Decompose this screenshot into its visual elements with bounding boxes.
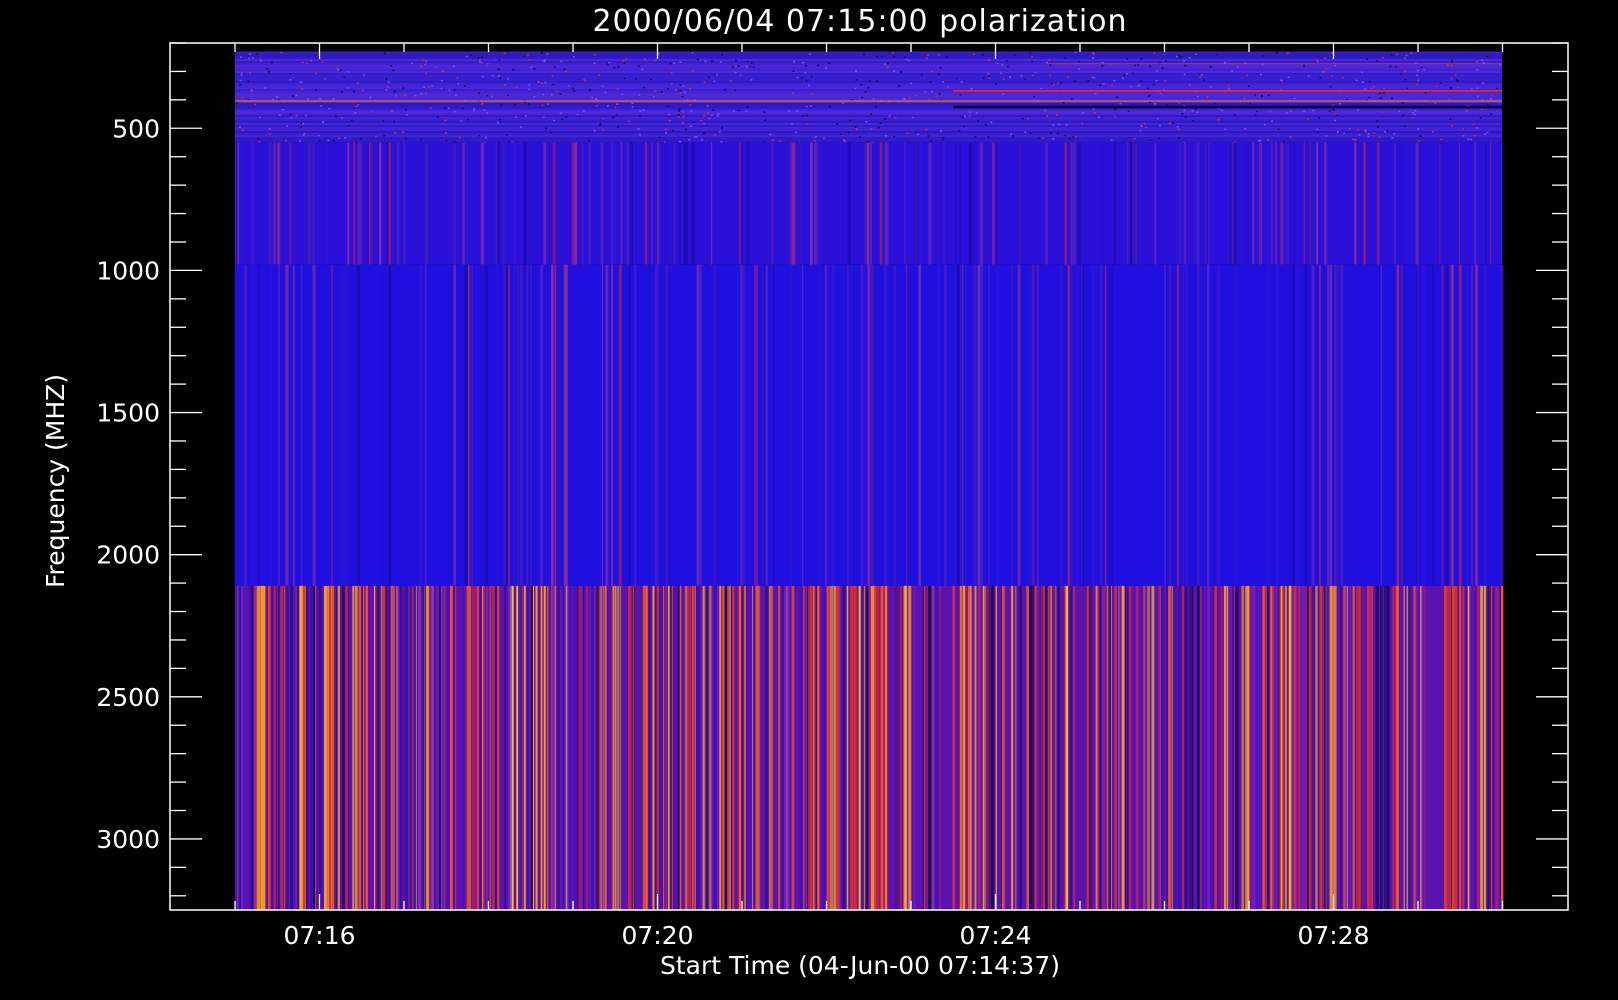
y-tick-label-2: 1000 <box>96 256 160 285</box>
y-tick-label-5: 2500 <box>96 683 160 712</box>
y-tick-label-1: 500 <box>112 114 160 143</box>
y-tick-label-3: 1500 <box>96 399 160 428</box>
y-axis-label: Frequency (MHZ) <box>41 374 70 588</box>
x-tick-label-4: 07:28 <box>1297 921 1369 950</box>
x-tick-label-1: 07:16 <box>283 921 355 950</box>
y-tick-label-4: 2000 <box>96 541 160 570</box>
heatmap-image <box>235 51 1504 910</box>
x-tick-label-2: 07:20 <box>621 921 693 950</box>
x-axis-label: Start Time (04-Jun-00 07:14:37) <box>660 951 1060 980</box>
x-tick-label-3: 07:24 <box>959 921 1031 950</box>
spectrogram-chart: 2000/06/04 07:15:00 polarization 07:16 07… <box>0 0 1618 1000</box>
chart-title: 2000/06/04 07:15:00 polarization <box>592 4 1127 39</box>
heatmap-band-4-texture <box>236 585 1504 910</box>
y-tick-label-6: 3000 <box>96 825 160 854</box>
